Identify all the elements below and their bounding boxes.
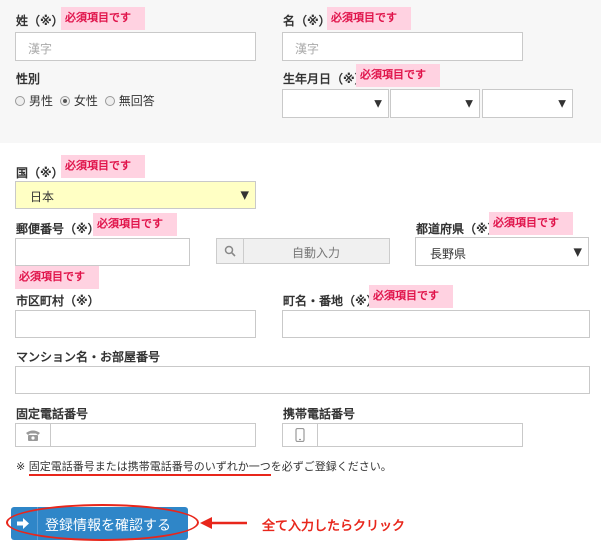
phone-note-prefix: ※: [16, 460, 29, 473]
sei-label: 姓（※）: [16, 14, 64, 28]
prefecture-label: 都道府県（※）: [416, 222, 500, 236]
auto-fill-button[interactable]: 自動入力: [216, 238, 390, 264]
birthday-month-select[interactable]: ▼: [390, 89, 480, 118]
phone-note-underlined: 固定電話番号または携帯電話番号のいずれか一つ: [28, 460, 271, 476]
postal-label: 郵便番号（※）: [16, 222, 100, 236]
mei-required-tag: 必須項目です: [327, 7, 411, 30]
mei-placeholder: 漢字: [295, 42, 320, 56]
town-input[interactable]: [282, 310, 590, 338]
postal-required-tag: 必須項目です: [93, 213, 177, 236]
prefecture-select[interactable]: 長野県 ▼: [415, 237, 589, 266]
postal-error-tag: 必須項目です: [15, 266, 99, 289]
mei-label: 名（※）: [283, 14, 331, 28]
birthday-required-tag: 必須項目です: [356, 64, 440, 87]
annotation-text: 全て入力したらクリック: [262, 519, 406, 534]
sei-placeholder: 漢字: [28, 42, 53, 56]
gender-radio-female[interactable]: [59, 95, 70, 106]
prefecture-value: 長野県: [430, 247, 467, 261]
mobile-label: 携帯電話番号: [283, 407, 356, 421]
birthday-year-select[interactable]: ▼: [282, 89, 389, 118]
city-input[interactable]: [15, 310, 256, 338]
country-required-tag: 必須項目です: [61, 155, 145, 178]
auto-fill-label: 自動入力: [291, 246, 340, 260]
mei-input[interactable]: 漢字: [282, 32, 523, 61]
town-label: 町名・番地（※）: [283, 294, 379, 308]
prefecture-required-tag: 必須項目です: [489, 212, 573, 235]
landline-label: 固定電話番号: [16, 407, 89, 421]
gender-option-none[interactable]: 無回答: [119, 94, 155, 108]
gender-radio-male[interactable]: [15, 95, 25, 106]
annotation-ellipse: [6, 504, 199, 541]
chevron-down-icon: ▼: [240, 188, 249, 202]
chevron-down-icon: ▼: [374, 98, 382, 109]
building-label: マンション名・お部屋番号: [16, 350, 161, 364]
birthday-label: 生年月日（※）: [283, 72, 367, 86]
country-select[interactable]: 日本 ▼: [15, 181, 256, 209]
gender-label: 性別: [16, 72, 41, 86]
sei-input[interactable]: 漢字: [15, 32, 256, 61]
gender-radio-group: 男性 女性 無回答: [15, 92, 158, 109]
mobile-icon: [283, 424, 318, 446]
mobile-input[interactable]: [282, 423, 523, 447]
town-required-tag: 必須項目です: [369, 285, 453, 308]
chevron-down-icon: ▼: [558, 98, 566, 109]
phone-note: ※ 固定電話番号または携帯電話番号のいずれか一つを必ずご登録ください。: [16, 458, 392, 476]
country-value: 日本: [30, 190, 55, 204]
chevron-down-icon: ▼: [573, 245, 582, 258]
sei-required-tag: 必須項目です: [61, 7, 145, 30]
postal-input[interactable]: [15, 238, 190, 266]
building-input[interactable]: [15, 366, 590, 394]
gender-radio-none[interactable]: [104, 95, 115, 106]
annotation-arrow-icon: [200, 517, 247, 529]
birthday-day-select[interactable]: ▼: [482, 89, 573, 118]
search-icon: [217, 239, 244, 263]
country-label: 国（※）: [16, 166, 64, 180]
phone-icon: [16, 424, 51, 446]
gender-option-male[interactable]: 男性: [29, 94, 53, 108]
gender-option-female[interactable]: 女性: [74, 94, 98, 108]
landline-input[interactable]: [15, 423, 256, 447]
city-label: 市区町村（※）: [16, 294, 100, 308]
phone-note-suffix: を必ずご登録ください。: [270, 460, 392, 473]
chevron-down-icon: ▼: [465, 98, 473, 109]
